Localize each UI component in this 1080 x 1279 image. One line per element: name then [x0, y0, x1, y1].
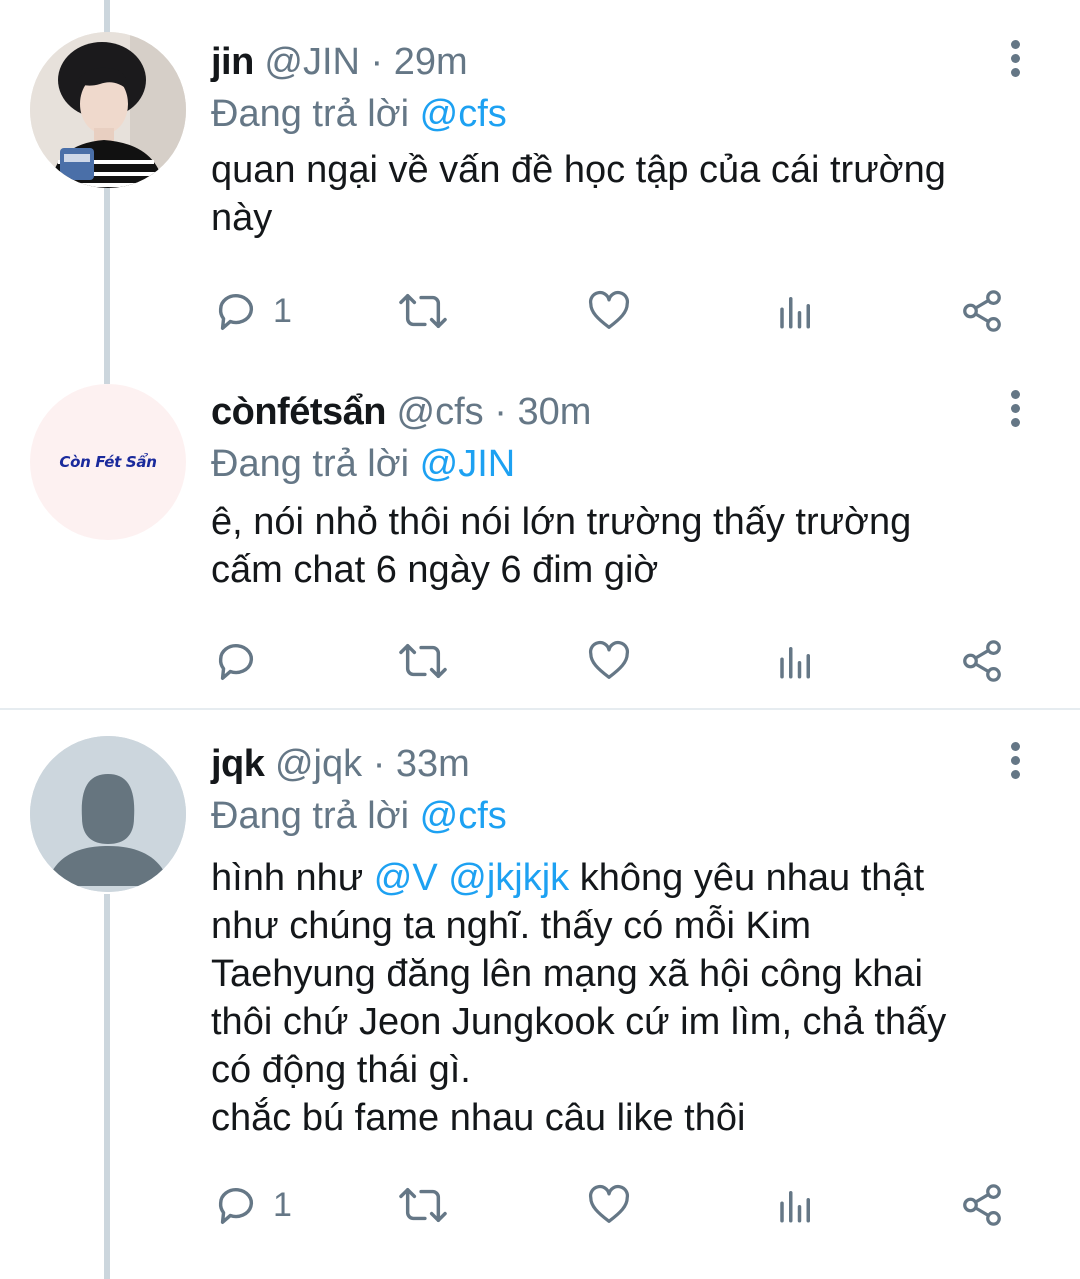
tweet-text-line: thôi chứ Jeon Jungkook cứ im lìm, chả th… [211, 1001, 947, 1043]
mention-link[interactable]: @cfs [420, 795, 507, 837]
tweet-actions: 1 [211, 286, 1011, 336]
analytics-button[interactable] [775, 1180, 817, 1230]
tweet[interactable]: jin @JIN · 29m Đang trả lời @cfs quan ng… [0, 0, 1080, 384]
timestamp[interactable]: 29m [394, 41, 468, 83]
tweet-text-line: chắc bú fame nhau câu like thôi [211, 1097, 746, 1139]
separator: · [370, 41, 384, 83]
analytics-button[interactable] [775, 636, 817, 686]
retweet-icon [399, 293, 447, 329]
reply-button[interactable]: 1 [213, 286, 292, 336]
tweet-text: hình như @V @jkjkjk không yêu nhau thật … [211, 854, 1040, 1142]
retweet-icon [399, 643, 447, 679]
share-button[interactable] [959, 636, 1005, 686]
avatar[interactable] [30, 736, 186, 892]
like-button[interactable] [585, 636, 633, 686]
like-button[interactable] [585, 286, 633, 336]
share-button[interactable] [959, 1180, 1005, 1230]
tweet-header: jin @JIN · 29m [211, 36, 1040, 88]
text-segment: không yêu nhau thật [569, 857, 925, 899]
timestamp[interactable]: 33m [396, 743, 470, 785]
tweet-text-line: cấm chat 6 ngày 6 đim giờ [211, 549, 659, 591]
separator: · [494, 391, 507, 433]
retweet-button[interactable] [397, 1180, 449, 1230]
tweet-actions [211, 636, 1011, 686]
replying-to-label: Đang trả lời [211, 443, 410, 485]
reply-button[interactable]: 1 [213, 1180, 292, 1230]
handle[interactable]: @cfs [397, 391, 484, 433]
analytics-icon [780, 647, 810, 679]
avatar[interactable] [30, 32, 186, 188]
tweet-text: ê, nói nhỏ thôi nói lớn trường thấy trườ… [211, 498, 1040, 594]
display-name[interactable]: cònfétsẩn [211, 391, 386, 433]
retweet-button[interactable] [397, 636, 449, 686]
reply-icon [218, 644, 254, 680]
avatar-logo-text: Còn Fét Sẩn [59, 453, 157, 471]
tweet-text: quan ngại về vấn đề học tập của cái trườ… [211, 146, 1040, 242]
retweet-button[interactable] [397, 286, 449, 336]
text-segment: hình như [211, 857, 374, 899]
default-person-avatar-icon [30, 736, 186, 892]
tweet-text-line: hình như @V @jkjkjk không yêu nhau thật [211, 854, 1040, 902]
timestamp[interactable]: 30m [517, 391, 591, 433]
analytics-icon [780, 1191, 810, 1223]
tweet-actions: 1 [211, 1180, 1011, 1230]
tweet-text-line: như chúng ta nghĩ. thấy có mỗi Kim [211, 905, 811, 947]
share-icon [963, 290, 1001, 332]
more-options-icon[interactable] [1008, 390, 1022, 430]
tweet-header: cònfétsẩn @cfs · 30m [211, 386, 1040, 438]
reply-count: 1 [273, 1185, 292, 1224]
separator: · [372, 743, 386, 785]
tweet-text-line: có động thái gì. [211, 1049, 471, 1091]
replying-to-label: Đang trả lời [211, 795, 410, 837]
replying-to: Đang trả lời @JIN [211, 438, 1040, 490]
retweet-icon [399, 1187, 447, 1223]
mention-link[interactable]: @JIN [420, 443, 516, 485]
heart-icon [588, 290, 630, 329]
tweet-text-line: này [211, 197, 273, 239]
display-name[interactable]: jqk [211, 743, 265, 785]
reply-icon [218, 294, 254, 330]
share-icon [963, 1184, 1001, 1226]
handle[interactable]: @JIN [264, 41, 360, 83]
analytics-button[interactable] [775, 286, 817, 336]
replying-to-label: Đang trả lời [211, 93, 410, 135]
handle[interactable]: @jqk [275, 743, 362, 785]
tweet-text-line: quan ngại về vấn đề học tập của cái trườ… [211, 149, 946, 191]
tweet[interactable]: Còn Fét Sẩn cònfétsẩn @cfs · 30m Đang tr… [0, 384, 1080, 708]
photo-avatar-icon [30, 32, 186, 188]
tweet[interactable]: jqk @jqk · 33m Đang trả lời @cfs hình nh… [0, 710, 1080, 1279]
share-button[interactable] [959, 286, 1005, 336]
more-options-icon[interactable] [1008, 40, 1022, 80]
heart-icon [588, 1184, 630, 1223]
mention-link[interactable]: @jkjkjk [448, 857, 569, 899]
like-button[interactable] [585, 1180, 633, 1230]
display-name[interactable]: jin [211, 41, 254, 83]
tweet-text-line: Taehyung đăng lên mạng xã hội công khai [211, 953, 923, 995]
reply-icon [218, 1188, 254, 1224]
analytics-icon [780, 297, 810, 329]
reply-button[interactable] [213, 636, 273, 686]
replying-to: Đang trả lời @cfs [211, 88, 1040, 140]
text-segment [438, 857, 449, 899]
reply-count: 1 [273, 291, 292, 330]
mention-link[interactable]: @V [374, 857, 438, 899]
tweet-header: jqk @jqk · 33m [211, 738, 1040, 790]
avatar[interactable]: Còn Fét Sẩn [30, 384, 186, 540]
replying-to: Đang trả lời @cfs [211, 790, 1040, 842]
share-icon [963, 640, 1001, 682]
more-options-icon[interactable] [1008, 742, 1022, 782]
heart-icon [588, 640, 630, 679]
mention-link[interactable]: @cfs [420, 93, 507, 135]
tweet-text-line: ê, nói nhỏ thôi nói lớn trường thấy trườ… [211, 501, 912, 543]
